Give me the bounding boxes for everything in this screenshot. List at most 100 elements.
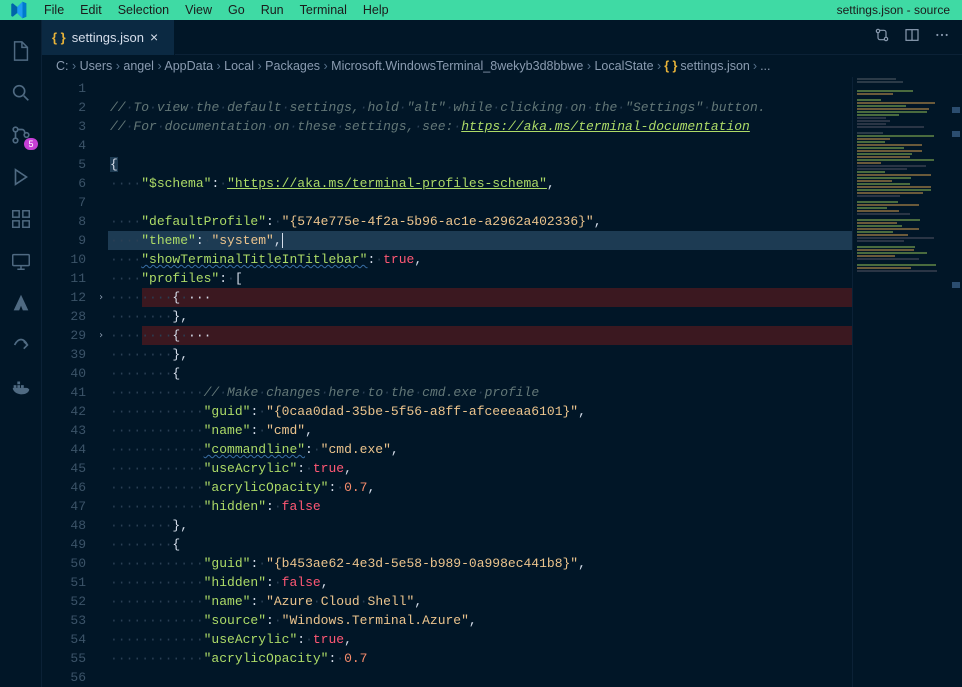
line-number: 40 <box>42 364 86 383</box>
breadcrumb-segment[interactable]: Packages <box>265 59 320 73</box>
code-content[interactable]: //·To·view·the·default·settings,·hold·"a… <box>108 77 962 687</box>
code-line[interactable]: ············"hidden":·false <box>108 497 962 516</box>
code-line[interactable]: ····"defaultProfile":·"{574e775e-4f2a-5b… <box>108 212 962 231</box>
breadcrumb-segment[interactable]: Microsoft.WindowsTerminal_8wekyb3d8bbwe <box>331 59 583 73</box>
code-line[interactable]: ············"useAcrylic":·true, <box>108 459 962 478</box>
breadcrumb-segment[interactable]: angel <box>123 59 154 73</box>
menu-selection[interactable]: Selection <box>110 0 177 20</box>
editor[interactable]: 1234567891011122829394041424344454647484… <box>42 77 962 687</box>
breadcrumb-segment[interactable]: Users <box>80 59 113 73</box>
code-line[interactable]: ········{ <box>108 535 962 554</box>
menu-file[interactable]: File <box>36 0 72 20</box>
line-number: 5 <box>42 155 86 174</box>
chevron-right-icon: › <box>112 59 123 73</box>
line-number: 49 <box>42 535 86 554</box>
breadcrumb-segment[interactable]: AppData <box>164 59 213 73</box>
menubar-left: FileEditSelectionViewGoRunTerminalHelp <box>8 0 397 20</box>
line-number: 9 <box>42 231 86 250</box>
breadcrumb-segment[interactable]: Local <box>224 59 254 73</box>
code-line[interactable]: ········}, <box>108 307 962 326</box>
line-number: 8 <box>42 212 86 231</box>
code-line[interactable] <box>108 79 962 98</box>
extensions-icon[interactable] <box>0 198 42 240</box>
overview-ruler[interactable] <box>950 77 962 687</box>
line-number: 42 <box>42 402 86 421</box>
line-number: 1 <box>42 79 86 98</box>
code-line[interactable]: ····"showTerminalTitleInTitlebar":·true, <box>108 250 962 269</box>
compare-changes-icon[interactable] <box>874 27 890 48</box>
code-line[interactable]: ····"$schema":·"https://aka.ms/terminal-… <box>108 174 962 193</box>
code-line[interactable] <box>108 668 962 687</box>
code-line[interactable]: //·To·view·the·default·settings,·hold·"a… <box>108 98 962 117</box>
code-line[interactable]: ········{ <box>108 364 962 383</box>
menu-view[interactable]: View <box>177 0 220 20</box>
code-line[interactable]: //·For·documentation·on·these·settings,·… <box>108 117 962 136</box>
json-file-icon: { } <box>664 59 677 73</box>
source-control-icon[interactable]: 5 <box>0 114 42 156</box>
breadcrumbs[interactable]: C: › Users › angel › AppData › Local › P… <box>42 55 962 77</box>
docker-icon[interactable] <box>0 366 42 408</box>
more-actions-icon[interactable] <box>934 27 950 48</box>
window-title: settings.json - source <box>837 3 954 17</box>
line-number: 39 <box>42 345 86 364</box>
tab-label: settings.json <box>72 30 144 45</box>
azure-icon[interactable] <box>0 282 42 324</box>
code-line[interactable]: ····"profiles":·[ <box>108 269 962 288</box>
menu-run[interactable]: Run <box>253 0 292 20</box>
code-line[interactable]: ············"name":·"cmd", <box>108 421 962 440</box>
menu-edit[interactable]: Edit <box>72 0 110 20</box>
share-icon[interactable] <box>0 324 42 366</box>
breadcrumb-segment[interactable]: C: <box>56 59 69 73</box>
scm-badge: 5 <box>24 138 37 150</box>
code-line[interactable] <box>108 193 962 212</box>
code-line[interactable]: ············"guid":·"{b453ae62-4e3d-5e58… <box>108 554 962 573</box>
explorer-icon[interactable] <box>0 30 42 72</box>
line-number: 51 <box>42 573 86 592</box>
fold-chevron-icon[interactable]: › <box>94 288 108 307</box>
breadcrumb-file[interactable]: settings.json <box>680 59 749 73</box>
code-line[interactable]: ············"acrylicOpacity":·0.7 <box>108 649 962 668</box>
code-line[interactable] <box>108 136 962 155</box>
close-icon[interactable]: × <box>150 29 164 45</box>
breadcrumb-segment[interactable]: LocalState <box>594 59 653 73</box>
line-number: 45 <box>42 459 86 478</box>
menu-go[interactable]: Go <box>220 0 253 20</box>
code-line[interactable]: ············"acrylicOpacity":·0.7, <box>108 478 962 497</box>
code-line[interactable]: ············"name":·"Azure·Cloud·Shell", <box>108 592 962 611</box>
run-debug-icon[interactable] <box>0 156 42 198</box>
code-line[interactable]: ············"hidden":·false, <box>108 573 962 592</box>
code-line[interactable]: ····"theme":·"system", <box>108 231 962 250</box>
split-editor-icon[interactable] <box>904 27 920 48</box>
tab-settings-json[interactable]: { } settings.json × <box>42 20 175 55</box>
menu-terminal[interactable]: Terminal <box>292 0 355 20</box>
line-number: 29 <box>42 326 86 345</box>
line-number: 4 <box>42 136 86 155</box>
line-number: 2 <box>42 98 86 117</box>
json-file-icon: { } <box>52 30 66 45</box>
tab-bar: { } settings.json × <box>42 20 962 55</box>
breadcrumb-tail[interactable]: ... <box>760 59 770 73</box>
search-icon[interactable] <box>0 72 42 114</box>
code-line[interactable]: ············"source":·"Windows.Terminal.… <box>108 611 962 630</box>
chevron-right-icon: › <box>213 59 224 73</box>
minimap[interactable] <box>852 77 962 687</box>
code-line[interactable]: { <box>108 155 962 174</box>
code-line[interactable]: ········{···· <box>108 326 962 345</box>
code-line[interactable]: ········{···· <box>108 288 962 307</box>
remote-icon[interactable] <box>0 240 42 282</box>
fold-chevron-icon[interactable]: › <box>94 326 108 345</box>
line-number: 3 <box>42 117 86 136</box>
code-line[interactable]: ········}, <box>108 345 962 364</box>
code-line[interactable]: ············"commandline":·"cmd.exe", <box>108 440 962 459</box>
line-number: 10 <box>42 250 86 269</box>
code-line[interactable]: ············//·Make·changes·here·to·the·… <box>108 383 962 402</box>
code-line[interactable]: ············"useAcrylic":·true, <box>108 630 962 649</box>
line-number: 50 <box>42 554 86 573</box>
line-number: 55 <box>42 649 86 668</box>
code-line[interactable]: ········}, <box>108 516 962 535</box>
menu-help[interactable]: Help <box>355 0 397 20</box>
code-line[interactable]: ············"guid":·"{0caa0dad-35be-5f56… <box>108 402 962 421</box>
chevron-right-icon: › <box>254 59 265 73</box>
line-number: 7 <box>42 193 86 212</box>
line-number: 46 <box>42 478 86 497</box>
